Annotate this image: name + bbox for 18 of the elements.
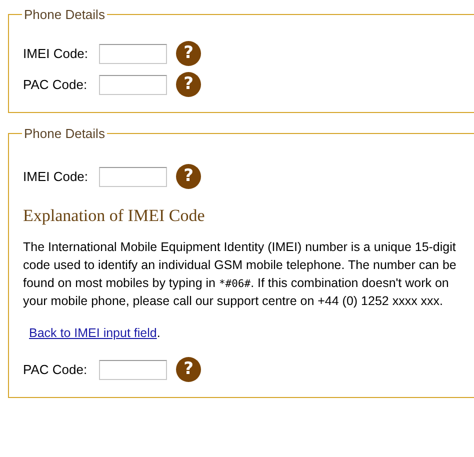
input-field[interactable] xyxy=(99,74,167,94)
field-label: IMEI Code: xyxy=(23,46,90,61)
panel-legend: Phone Details xyxy=(22,7,107,22)
explanation-heading: Explanation of IMEI Code xyxy=(23,206,206,226)
field-label: PAC Code: xyxy=(23,77,88,92)
help-button[interactable]: ? xyxy=(176,164,201,189)
panel-legend: Phone Details xyxy=(22,126,107,141)
back-link-text: Back to IMEI input field. xyxy=(29,325,162,342)
field-label: PAC Code: xyxy=(23,362,88,377)
input-field[interactable] xyxy=(99,166,167,186)
back-link[interactable]: Back to IMEI input field xyxy=(29,326,157,340)
help-button[interactable]: ? xyxy=(176,41,201,66)
field-label: IMEI Code: xyxy=(23,169,90,184)
explanation-text: The International Mobile Equipment Identity (IMEI) number is a unique 15-digit code used to identify an individual GSM mobile telephone. The number can be found on most mobiles by typing in *#06#. If this combination doesn't work on your mobile phone, please call our support centre on +44 (0) 1252 xxxx xxx. xyxy=(23,239,458,310)
input-field[interactable] xyxy=(99,360,167,380)
help-button[interactable]: ? xyxy=(176,357,201,382)
help-button[interactable]: ? xyxy=(176,72,201,97)
input-field[interactable] xyxy=(99,44,167,64)
